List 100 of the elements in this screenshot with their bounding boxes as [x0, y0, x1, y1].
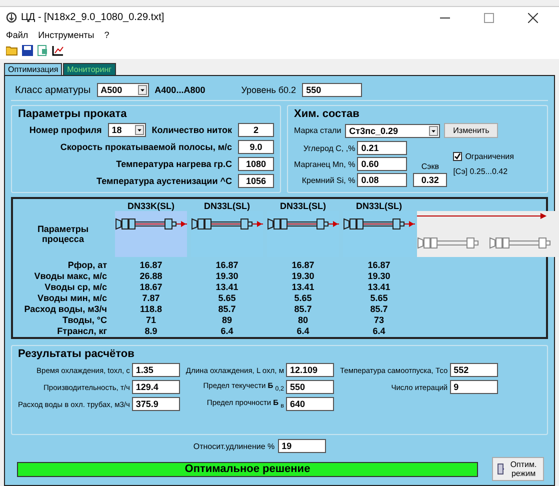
strands-field[interactable]: 2	[238, 123, 274, 137]
field-label: Кремний Si, %	[302, 176, 356, 184]
window-title: ЦД - [N18x2_9.0_1080_0.29.txt]	[21, 12, 166, 23]
table-cell-text: 6.4	[372, 326, 386, 337]
input-field[interactable]: 1056	[238, 174, 274, 188]
table-cell-text: 5.65	[293, 293, 313, 304]
pipe-drawing	[343, 216, 415, 232]
pipe-drawing	[267, 216, 339, 232]
result-field: 552	[450, 363, 498, 377]
menu-item[interactable]: Инструменты	[38, 30, 94, 40]
field-label: Количество ниток	[152, 125, 232, 135]
table-cell-text: 5.65	[217, 293, 237, 304]
result-field: 9	[450, 380, 498, 394]
result-field: 19	[278, 439, 326, 453]
input-field[interactable]: 0.60	[357, 157, 408, 171]
limits-checkbox[interactable]	[453, 152, 462, 161]
table-cell-text: 85.7	[293, 304, 313, 315]
section-cell[interactable]	[115, 211, 187, 257]
field-label: Класс арматуры	[15, 84, 91, 96]
class-dropdown[interactable]: А500	[96, 83, 149, 97]
pipe-drawing	[191, 216, 263, 232]
column-header: DN33K(SL)	[126, 200, 176, 211]
table-cell-text: 80	[296, 315, 309, 326]
field-label: Температура аустенизации ^С	[96, 176, 232, 186]
input-field[interactable]: 0.21	[357, 141, 408, 155]
tab[interactable]: Мониторинг	[63, 63, 116, 75]
menu-item[interactable]: ?	[104, 30, 110, 40]
table-cell-text: 85.7	[217, 304, 237, 315]
table-cell-text: 85.7	[369, 304, 389, 315]
table-cell-text: 16.87	[214, 260, 240, 271]
row-label: Vводы мин, м/с	[36, 293, 108, 304]
table-cell-text: 6.4	[296, 326, 310, 337]
tab[interactable]: Оптимизация	[4, 63, 62, 75]
result-field: 550	[286, 380, 334, 394]
field-label: Сэкв	[421, 162, 439, 171]
table-cell-text: 19.30	[290, 271, 316, 282]
chart-icon[interactable]	[52, 45, 64, 56]
group-title: Результаты расчётов	[18, 348, 136, 360]
caret-icon	[429, 126, 438, 136]
table-cell-text: 8.9	[144, 326, 158, 337]
field-label: Номер профиля	[29, 125, 102, 135]
exit-icon	[497, 463, 504, 475]
group-title: Параметры проката	[18, 108, 128, 120]
row-label: Расход воды, м3/ч	[23, 304, 108, 315]
column-header: DN33L(SL)	[354, 200, 403, 211]
table-cell-text: 19.30	[214, 271, 240, 282]
table-cell-text: 6.4	[220, 326, 234, 337]
row-label: Vводы ср, м/с	[44, 282, 108, 293]
save-icon[interactable]	[22, 45, 33, 56]
menu-item[interactable]: Файл	[6, 30, 28, 40]
table-cell-text: 89	[220, 315, 233, 326]
change-button[interactable]: Изменить	[444, 123, 498, 138]
app-icon	[6, 12, 17, 23]
folder-icon[interactable]	[6, 45, 18, 56]
result-field: 12.109	[286, 363, 334, 377]
table-cell-text: 16.87	[290, 260, 316, 271]
group-title: Хим. состав	[294, 108, 360, 120]
caret-icon	[138, 85, 147, 95]
table-cell-text: 73	[372, 315, 385, 326]
table-cell-text: 7.87	[141, 293, 161, 304]
table-cell-text: 13.41	[366, 282, 392, 293]
range-label: А400...А800	[154, 85, 206, 95]
field-label: Температура нагрева гр.С	[116, 159, 232, 169]
table-cell-text: 5.65	[369, 293, 389, 304]
table-cell-text: 16.87	[366, 260, 392, 271]
field-label: Марганец Mn, %	[294, 160, 356, 168]
pipe-drawing	[115, 216, 187, 232]
table-cell-text: 13.41	[214, 282, 240, 293]
field-label: Относит.удлинение %	[193, 442, 275, 450]
status-bar: Оптимальное решение	[17, 462, 478, 476]
checkbox-label: Ограничения	[465, 152, 514, 161]
field-label: Уровень б0.2	[241, 85, 296, 95]
level-field[interactable]: 550	[302, 83, 362, 97]
result-field: 375.9	[132, 397, 180, 411]
input-field[interactable]: 0.08	[357, 173, 408, 187]
field-label: Скорость прокатываемой полосы, м/с	[60, 142, 232, 152]
caret-icon	[134, 125, 144, 135]
table-cell-text: 18.67	[138, 282, 164, 293]
table-cell-text: 71	[144, 315, 157, 326]
document-icon[interactable]	[37, 45, 48, 56]
profile-dropdown[interactable]: 18	[108, 123, 146, 137]
input-field[interactable]: 1080	[238, 157, 274, 171]
row-label: Fтрансл, кг	[56, 326, 108, 337]
row-label: Vводы макс, м/с	[33, 271, 108, 282]
table-cell-text: 26.88	[138, 271, 164, 282]
table-cell-text: 16.87	[138, 260, 164, 271]
result-field: 640	[286, 397, 334, 411]
range-label: [Сэ] 0.25...0.42	[453, 167, 509, 176]
column-header: DN33L(SL)	[278, 200, 327, 211]
field-label: Марка стали	[294, 126, 342, 135]
table-cell-text: 19.30	[366, 271, 392, 282]
table-cell-text: 118.8	[138, 304, 164, 315]
optimize-button[interactable]: Оптим. режим	[492, 457, 544, 481]
steel-grade-dropdown[interactable]: Ст3пс_0.29	[345, 124, 440, 138]
result-field: 129.4	[132, 380, 180, 394]
result-field: 1.35	[132, 363, 180, 377]
row-header: Параметры процесса	[36, 224, 90, 244]
field-label: Углерод С, ,%	[303, 144, 356, 152]
row-label: Тводы, °С	[62, 315, 108, 326]
input-field[interactable]: 9.0	[238, 140, 274, 154]
